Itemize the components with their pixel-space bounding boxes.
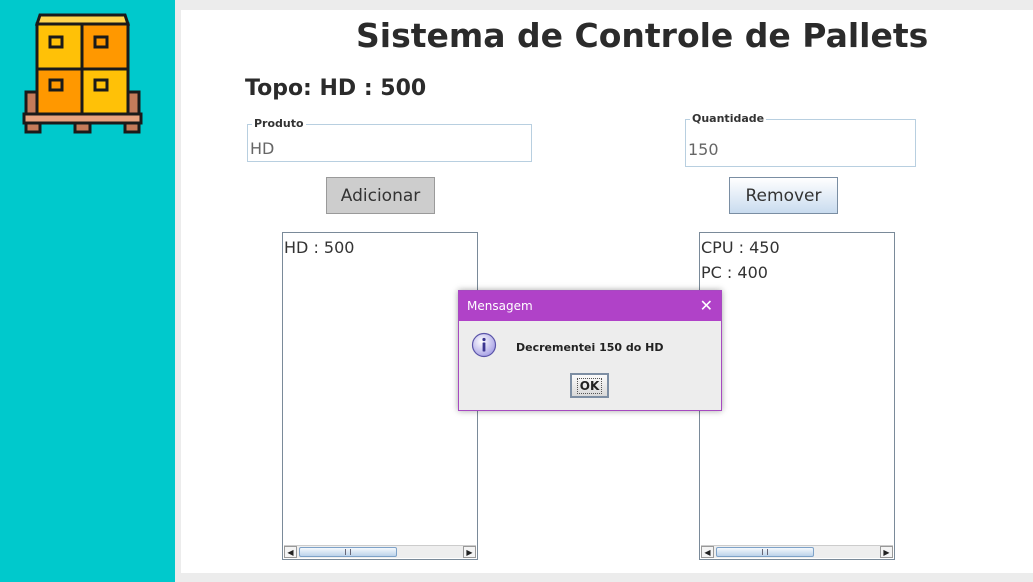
scrollbar-thumb[interactable] [299,547,397,557]
right-stack-list[interactable]: CPU : 450 PC : 400 ◀ ▶ [699,232,895,560]
dialog-message: Decrementei 150 do HD [516,341,664,354]
right-horizontal-scrollbar[interactable]: ◀ ▶ [701,545,893,558]
ok-label: OK [576,377,603,394]
scroll-left-arrow-icon[interactable]: ◀ [701,546,714,558]
list-item[interactable]: CPU : 450 [701,235,893,260]
produto-label: Produto [252,117,306,130]
produto-field[interactable]: Produto [247,117,532,162]
quantidade-input[interactable] [688,138,913,160]
close-icon[interactable]: ✕ [700,291,713,321]
message-dialog: Mensagem ✕ Decrementei 150 do HD OK [458,290,722,411]
page-title: Sistema de Controle de Pallets [356,16,929,55]
quantidade-field[interactable]: Quantidade [685,112,916,167]
left-list-items: HD : 500 [284,235,476,543]
dialog-title: Mensagem [467,299,533,313]
topo-label: Topo: HD : 500 [245,76,427,101]
list-item[interactable]: PC : 400 [701,260,893,285]
right-list-items: CPU : 450 PC : 400 [701,235,893,543]
list-item[interactable]: HD : 500 [284,235,476,260]
adicionar-button[interactable]: Adicionar [326,177,435,214]
info-icon [471,332,497,358]
scroll-left-arrow-icon[interactable]: ◀ [284,546,297,558]
remover-button[interactable]: Remover [729,177,838,214]
pallet-boxes-icon [22,13,143,134]
scroll-right-arrow-icon[interactable]: ▶ [880,546,893,558]
produto-input[interactable] [250,137,529,159]
left-horizontal-scrollbar[interactable]: ◀ ▶ [284,545,476,558]
left-stack-list[interactable]: HD : 500 ◀ ▶ [282,232,478,560]
dialog-titlebar[interactable]: Mensagem ✕ [459,291,721,321]
sidebar [0,0,175,582]
scroll-right-arrow-icon[interactable]: ▶ [463,546,476,558]
scrollbar-thumb[interactable] [716,547,814,557]
quantidade-label: Quantidade [690,112,767,125]
ok-button[interactable]: OK [570,373,609,398]
